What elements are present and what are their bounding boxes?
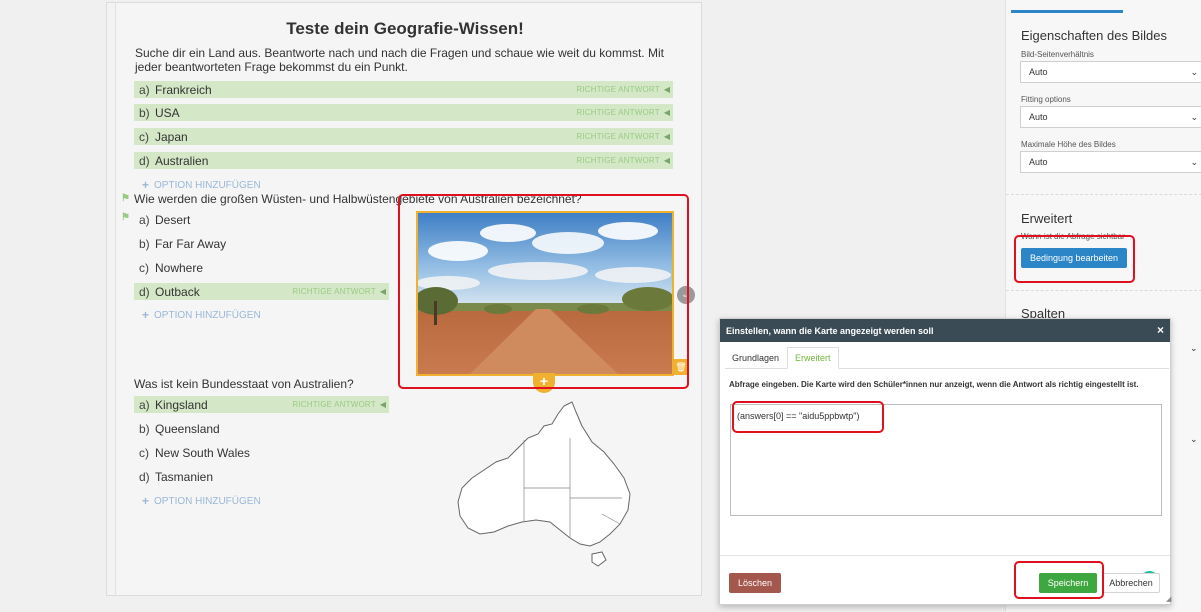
quiz-intro: Suche dir ein Land aus. Beantworte nach … [135, 46, 664, 74]
section-advanced-title: Erweitert [1021, 211, 1073, 226]
caret-left-icon[interactable]: ◀ [664, 156, 673, 165]
caret-left-icon[interactable]: ◀ [664, 85, 673, 94]
section-image-title: Eigenschaften des Bildes [1021, 28, 1167, 43]
highlight-image [398, 194, 689, 389]
delete-button[interactable]: Löschen [729, 573, 781, 593]
q2-option-a[interactable]: a) Desert [134, 211, 389, 228]
chevron-down-icon: ⌄ [1190, 112, 1198, 122]
q2-option-d[interactable]: d) Outback RICHTIGE ANTWORT ◀ [134, 283, 389, 300]
correct-answer-badge[interactable]: RICHTIGE ANTWORT [292, 287, 380, 296]
caret-left-icon[interactable]: ◀ [664, 108, 673, 117]
panel-tab-preview[interactable] [1126, 0, 1201, 13]
option-label[interactable]: Queensland [155, 422, 389, 436]
dialog-tabs: Grundlagen Erweitert [725, 347, 1169, 369]
q3-text[interactable]: Was ist kein Bundesstaat von Australien? [134, 377, 354, 391]
aspect-ratio-label: Bild-Seitenverhältnis [1021, 50, 1094, 59]
panel-tab-properties[interactable] [1011, 0, 1123, 13]
australia-map-picture [457, 401, 631, 567]
divider [1006, 290, 1201, 291]
highlight-expression [732, 401, 884, 433]
option-label[interactable]: Tasmanien [155, 470, 389, 484]
caret-left-icon[interactable]: ◀ [380, 287, 389, 296]
add-option-button[interactable]: + OPTION HINZUFÜGEN [142, 178, 261, 192]
add-option-button[interactable]: + OPTION HINZUFÜGEN [142, 308, 261, 322]
option-label[interactable]: Japan [155, 130, 576, 144]
correct-answer-badge[interactable]: RICHTIGE ANTWORT [576, 156, 664, 165]
option-label[interactable]: Far Far Away [155, 237, 389, 251]
highlight-save-button [1014, 561, 1104, 599]
chevron-down-icon[interactable]: ⌄ [1190, 343, 1198, 354]
option-label[interactable]: Australien [155, 154, 576, 168]
q3-option-b[interactable]: b) Queensland [134, 420, 389, 437]
q1-option-b[interactable]: b) USA RICHTIGE ANTWORT ◀ [134, 104, 673, 121]
flag-icon: ⚑ [121, 193, 130, 204]
highlight-condition-button [1014, 235, 1135, 283]
q3-option-c[interactable]: c) New South Wales [134, 444, 389, 461]
q1-option-d[interactable]: d) Australien RICHTIGE ANTWORT ◀ [134, 152, 673, 169]
tab-erweitert[interactable]: Erweitert [787, 347, 839, 369]
aspect-ratio-select[interactable]: Auto ⌄ [1020, 61, 1201, 83]
option-label[interactable]: New South Wales [155, 446, 389, 460]
max-height-select[interactable]: Auto ⌄ [1020, 151, 1201, 173]
flag-icon: ⚑ [121, 212, 130, 223]
correct-answer-badge[interactable]: RICHTIGE ANTWORT [292, 400, 380, 409]
dialog-title: Einstellen, wann die Karte angezeigt wer… [726, 325, 934, 336]
q3-option-d[interactable]: d) Tasmanien [134, 468, 389, 485]
option-label[interactable]: Kingsland [155, 398, 292, 412]
caret-left-icon[interactable]: ◀ [380, 400, 389, 409]
fitting-options-select[interactable]: Auto ⌄ [1020, 106, 1201, 128]
option-label[interactable]: Frankreich [155, 83, 576, 97]
condition-dialog: Einstellen, wann die Karte angezeigt wer… [719, 318, 1171, 605]
max-height-label: Maximale Höhe des Bildes [1021, 140, 1116, 149]
option-label[interactable]: USA [155, 106, 576, 120]
q2-option-b[interactable]: b) Far Far Away [134, 235, 389, 252]
q3-option-a[interactable]: a) Kingsland RICHTIGE ANTWORT ◀ [134, 396, 389, 413]
caret-left-icon[interactable]: ◀ [664, 132, 673, 141]
q1-option-c[interactable]: c) Japan RICHTIGE ANTWORT ◀ [134, 128, 673, 145]
fitting-options-label: Fitting options [1021, 95, 1071, 104]
correct-answer-badge[interactable]: RICHTIGE ANTWORT [576, 85, 664, 94]
option-label[interactable]: Desert [155, 213, 389, 227]
q1-option-a[interactable]: a) Frankreich RICHTIGE ANTWORT ◀ [134, 81, 673, 98]
plus-icon: + [142, 494, 150, 508]
chevron-down-icon: ⌄ [1190, 67, 1198, 77]
correct-answer-badge[interactable]: RICHTIGE ANTWORT [576, 132, 664, 141]
divider [1006, 194, 1201, 195]
quiz-title: Teste dein Geografie-Wissen! [286, 19, 524, 38]
add-option-button[interactable]: + OPTION HINZUFÜGEN [142, 494, 261, 508]
chevron-down-icon[interactable]: ⌄ [1190, 434, 1198, 445]
plus-icon: + [142, 308, 150, 322]
correct-answer-badge[interactable]: RICHTIGE ANTWORT [576, 108, 664, 117]
dialog-description: Abfrage eingeben. Die Karte wird den Sch… [729, 380, 1139, 389]
close-icon[interactable]: × [1157, 323, 1164, 337]
q2-option-c[interactable]: c) Nowhere [134, 259, 389, 276]
plus-icon: + [142, 178, 150, 192]
cancel-button[interactable]: Abbrechen [1102, 573, 1160, 593]
option-label[interactable]: Nowhere [155, 261, 389, 275]
chevron-down-icon: ⌄ [1190, 157, 1198, 167]
option-label[interactable]: Outback [155, 285, 292, 299]
tab-grundlagen[interactable]: Grundlagen [725, 347, 786, 369]
dialog-header: Einstellen, wann die Karte angezeigt wer… [720, 319, 1170, 342]
